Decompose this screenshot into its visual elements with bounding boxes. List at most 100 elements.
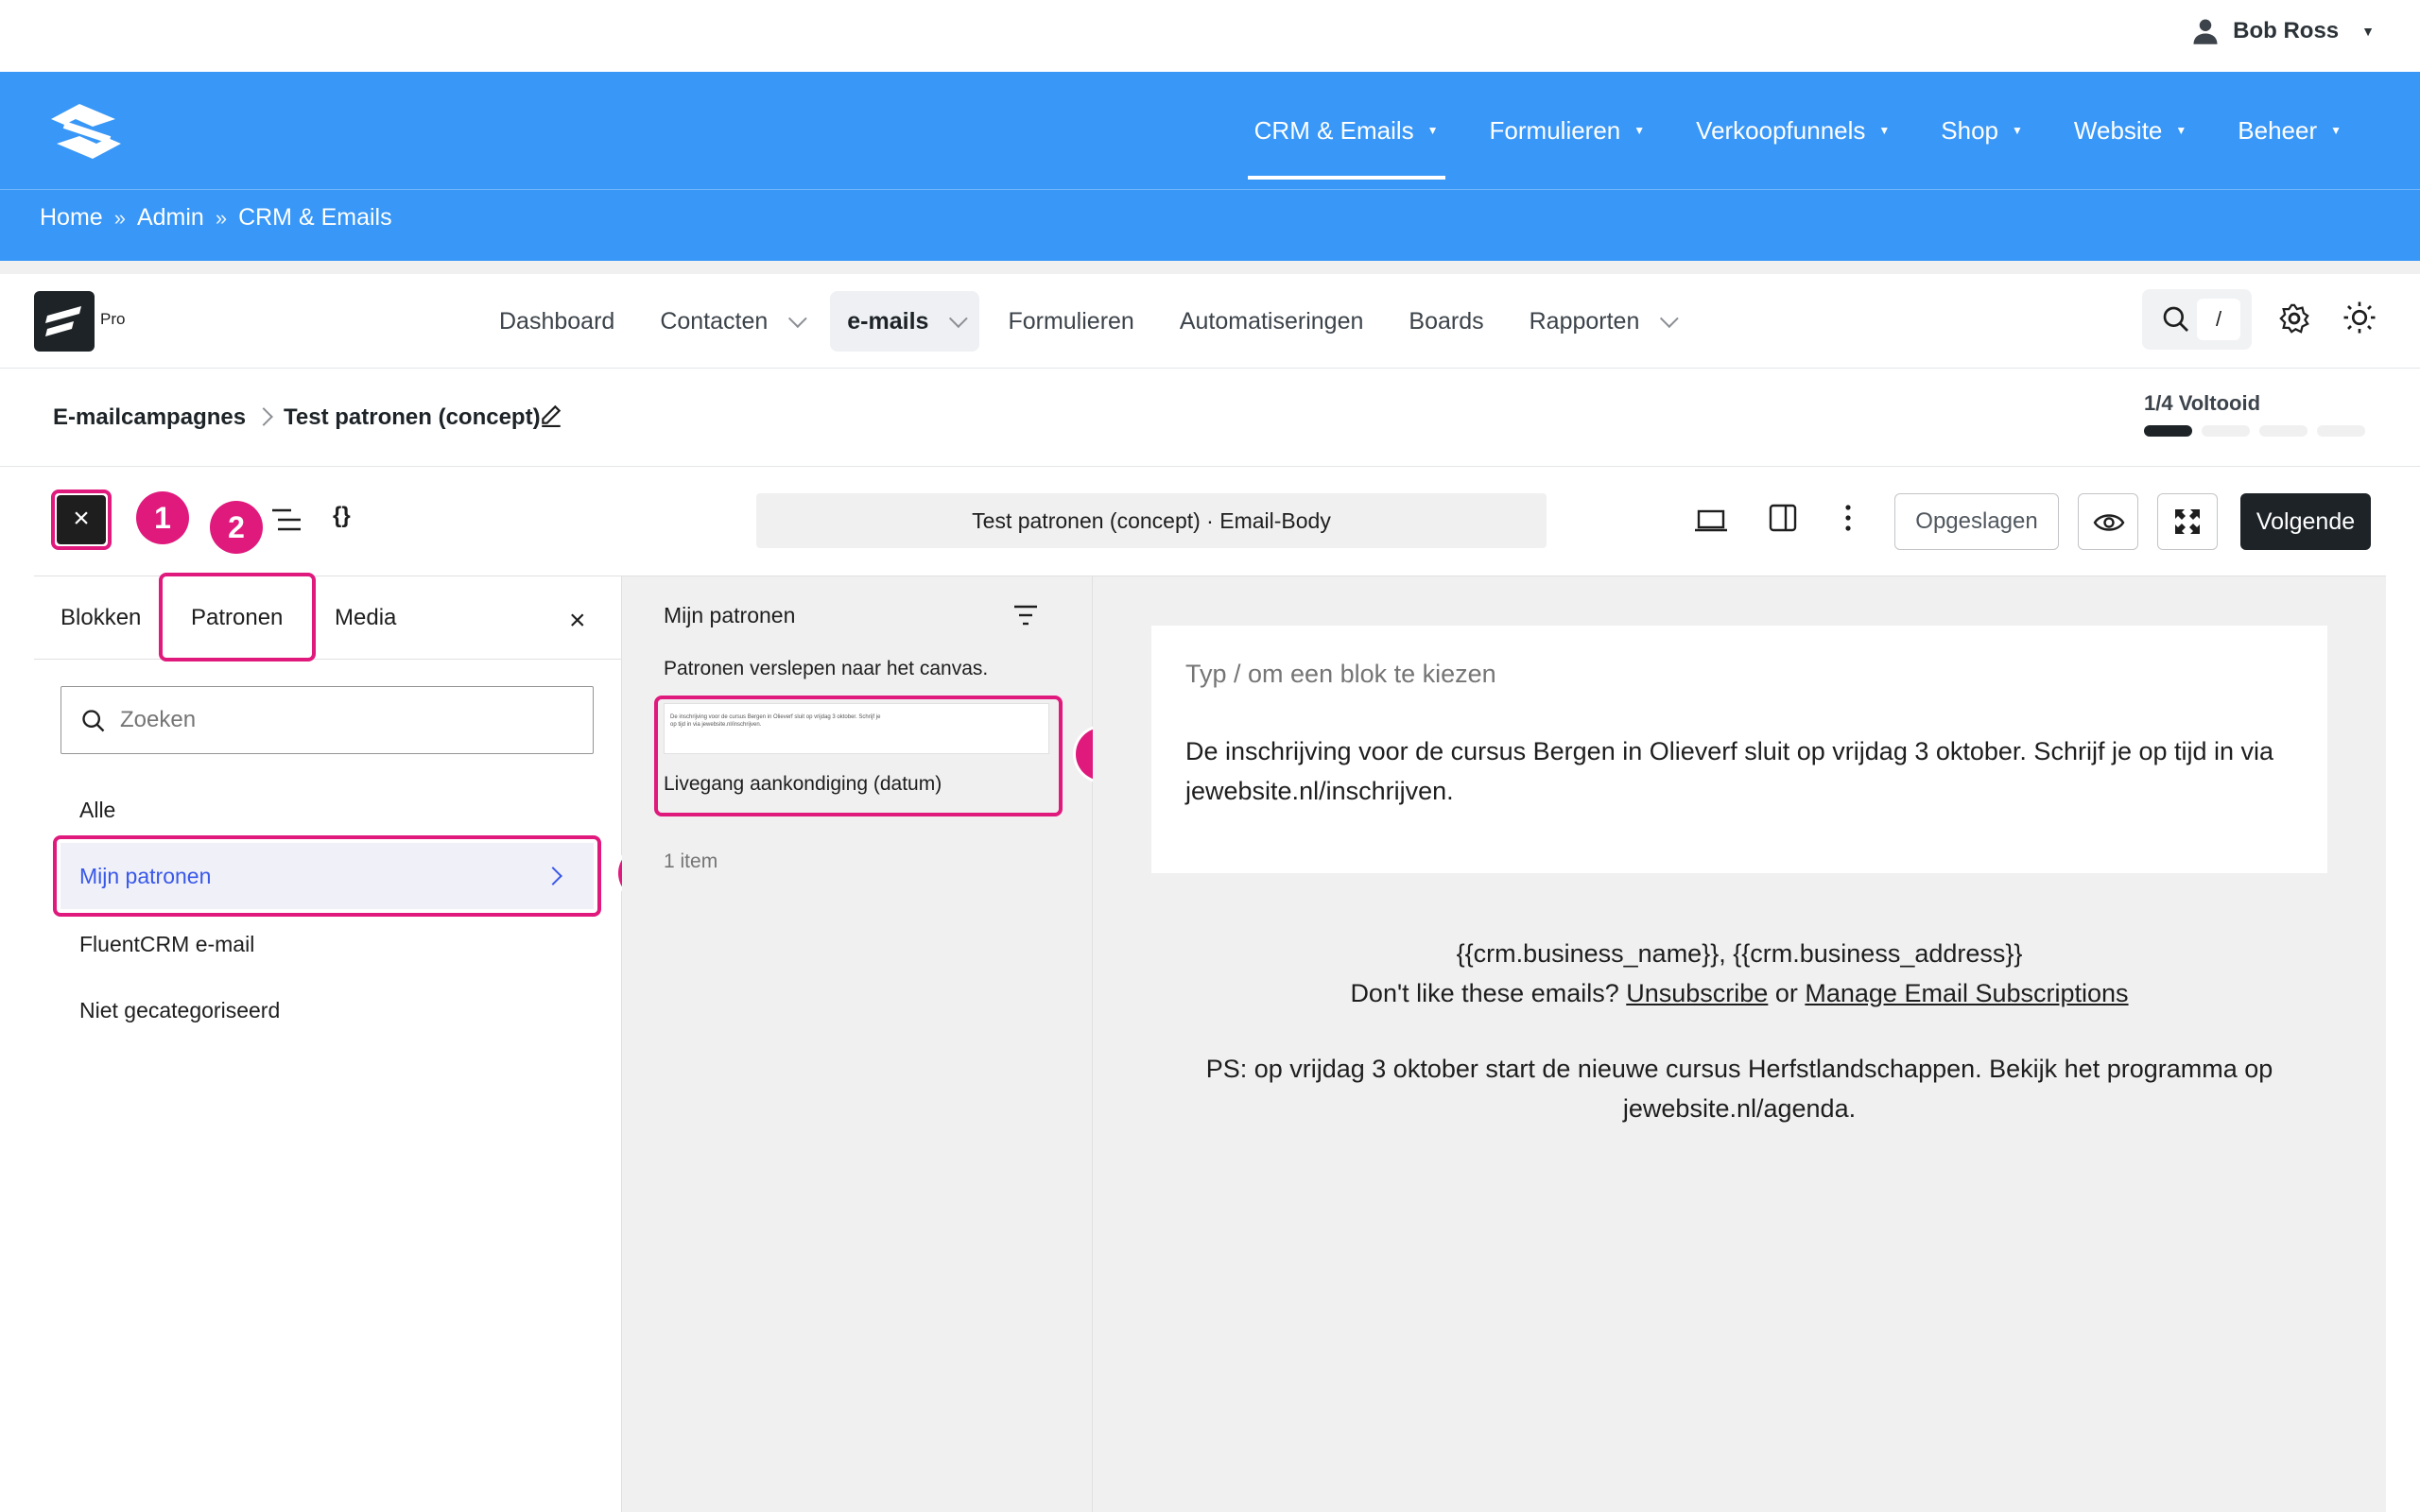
fluentcrm-logo-icon: [45, 306, 81, 336]
nav-label: Shop: [1941, 115, 1999, 145]
user-icon: [2193, 19, 2218, 44]
tab-media[interactable]: Media: [335, 576, 396, 660]
footer-or: or: [1774, 979, 1798, 1007]
category-label: FluentCRM e-mail: [79, 932, 255, 956]
highlight-box: [53, 835, 601, 917]
main-nav: CRM & Emails ▼ Formulieren ▼ Verkoopfunnel…: [1229, 72, 2367, 189]
menu-label: Automatiseringen: [1179, 307, 1364, 335]
settings-sidebar-icon[interactable]: [1768, 503, 1798, 533]
eye-icon: [2093, 514, 2125, 531]
caret-down-icon: ▼: [2330, 124, 2342, 137]
nav-beheer[interactable]: Beheer ▼: [2212, 72, 2367, 189]
menu-emails[interactable]: e-mails: [830, 291, 980, 352]
app-nav: Pro Dashboard Contacten e-mails Formulie…: [0, 274, 2420, 369]
nav-label: Beheer: [2238, 115, 2318, 145]
inserter-tabs: Blokken Patronen Media ×: [34, 573, 622, 662]
email-footer: {{crm.business_name}}, {{crm.business_ad…: [1151, 934, 2327, 1013]
progress-steps: [2144, 425, 2365, 437]
saved-button[interactable]: Opgeslagen: [1894, 493, 2059, 550]
breadcrumb-admin[interactable]: Admin: [137, 204, 204, 232]
paragraph-block[interactable]: De inschrijving voor de cursus Bergen in…: [1185, 731, 2310, 811]
tab-blokken[interactable]: Blokken: [60, 576, 141, 660]
pattern-search-field[interactable]: [60, 686, 594, 754]
next-button[interactable]: Volgende: [2240, 493, 2371, 550]
global-search-button[interactable]: /: [2142, 289, 2252, 350]
pro-label: Pro: [100, 310, 126, 328]
nav-label: CRM & Emails: [1253, 115, 1414, 145]
more-options-icon[interactable]: [1843, 503, 1853, 533]
top-user-bar: Bob Ross ▼: [0, 0, 2420, 72]
category-niet-gecategoriseerd[interactable]: Niet gecategoriseerd: [60, 977, 594, 1043]
site-header: CRM & Emails ▼ Formulieren ▼ Verkoopfunnel…: [0, 72, 2420, 261]
chevron-down-icon: [1660, 309, 1680, 329]
step-badge-1: 1: [136, 491, 189, 544]
step-badge-2: 2: [210, 501, 263, 554]
category-alle[interactable]: Alle: [60, 777, 594, 843]
progress-step: [2202, 425, 2250, 437]
ps-paragraph[interactable]: PS: op vrijdag 3 oktober start de nieuwe…: [1191, 1049, 2288, 1128]
menu-formulieren[interactable]: Formulieren: [991, 291, 1150, 352]
nav-verkoopfunnels[interactable]: Verkoopfunnels ▼: [1670, 72, 1915, 189]
nav-formulieren[interactable]: Formulieren ▼: [1464, 72, 1671, 189]
breadcrumb-home[interactable]: Home: [40, 204, 103, 232]
menu-dashboard[interactable]: Dashboard: [482, 291, 631, 352]
fullscreen-button[interactable]: [2157, 493, 2218, 550]
crumb-email-campaigns[interactable]: E-mailcampagnes: [53, 404, 246, 431]
email-content-block[interactable]: Typ / om een blok te kiezen De inschrijv…: [1151, 626, 2327, 873]
menu-label: Formulieren: [1008, 307, 1134, 335]
site-logo[interactable]: [43, 98, 129, 164]
merge-tags-icon[interactable]: {}: [333, 503, 351, 529]
breadcrumb: Home » Admin » CRM & Emails: [40, 204, 392, 232]
email-canvas: Typ / om een blok te kiezen De inschrijv…: [1093, 576, 2386, 1512]
filter-icon[interactable]: [1011, 603, 1040, 627]
editor-toolbar: × 1 2 {} Test patronen (concept) · Email…: [34, 467, 2386, 576]
fluentcrm-logo[interactable]: [34, 291, 95, 352]
breadcrumb-crm-emails[interactable]: CRM & Emails: [238, 204, 392, 232]
breadcrumb-separator: »: [113, 205, 126, 230]
category-fluentcrm-email[interactable]: FluentCRM e-mail: [60, 911, 594, 977]
menu-label: Rapporten: [1529, 307, 1640, 335]
menu-boards[interactable]: Boards: [1392, 291, 1500, 352]
nav-crm-emails[interactable]: CRM & Emails ▼: [1229, 72, 1464, 189]
search-icon: [2163, 306, 2188, 332]
gear-icon[interactable]: [2278, 302, 2310, 335]
user-menu[interactable]: Bob Ross ▼: [2191, 17, 2375, 45]
search-icon: [82, 710, 105, 732]
menu-label: Contacten: [660, 307, 769, 335]
desktop-preview-icon[interactable]: [1694, 508, 1728, 533]
footer-unsubscribe-line: Don't like these emails? Unsubscribe or …: [1151, 973, 2327, 1013]
document-title[interactable]: Test patronen (concept) · Email-Body: [756, 493, 1547, 548]
close-icon[interactable]: ×: [569, 605, 586, 637]
patterns-panel-title: Mijn patronen: [664, 603, 796, 627]
caret-down-icon: ▼: [1878, 124, 1891, 137]
highlight-box: [51, 490, 112, 550]
list-view-icon[interactable]: [270, 507, 302, 533]
footer-prefix: Don't like these emails?: [1350, 979, 1619, 1007]
email-editor: × 1 2 {} Test patronen (concept) · Email…: [34, 467, 2386, 1512]
nav-shop[interactable]: Shop ▼: [1915, 72, 2048, 189]
category-label: Alle: [79, 798, 116, 822]
app-menu: Dashboard Contacten e-mails Formulieren …: [482, 291, 1690, 352]
menu-automatiseringen[interactable]: Automatiseringen: [1163, 291, 1381, 352]
block-placeholder[interactable]: Typ / om een blok te kiezen: [1185, 660, 1496, 689]
unsubscribe-link[interactable]: Unsubscribe: [1626, 979, 1768, 1007]
menu-label: Dashboard: [499, 307, 615, 335]
nav-website[interactable]: Website ▼: [2048, 72, 2212, 189]
theme-toggle-sun-icon[interactable]: [2342, 301, 2377, 335]
caret-down-icon: ▼: [1634, 124, 1646, 137]
progress-step: [2259, 425, 2308, 437]
manage-subscriptions-link[interactable]: Manage Email Subscriptions: [1805, 979, 2128, 1007]
menu-contacten[interactable]: Contacten: [643, 291, 819, 352]
menu-rapporten[interactable]: Rapporten: [1512, 291, 1691, 352]
category-label: Niet gecategoriseerd: [79, 998, 281, 1022]
patterns-hint: Patronen verslepen naar het canvas.: [664, 658, 989, 679]
chevron-down-icon: [788, 309, 808, 329]
edit-pencil-icon[interactable]: [539, 403, 563, 427]
footer-business-line: {{crm.business_name}}, {{crm.business_ad…: [1456, 939, 2023, 968]
progress-step: [2317, 425, 2365, 437]
chevron-down-icon: [949, 309, 969, 329]
caret-down-icon: ▼: [2175, 124, 2187, 137]
preview-button[interactable]: [2078, 493, 2138, 550]
search-input[interactable]: [120, 700, 574, 740]
crumb-campaign-title: Test patronen (concept): [284, 404, 541, 430]
